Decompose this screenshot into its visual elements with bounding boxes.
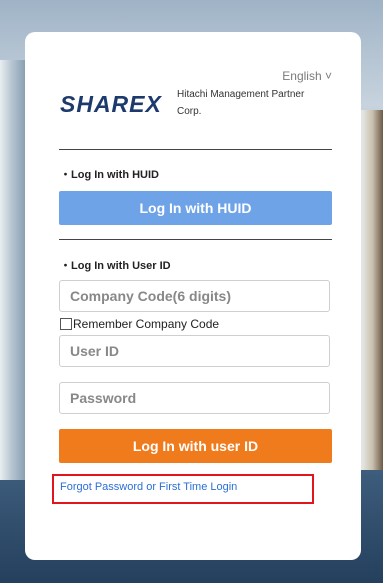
divider-top <box>59 149 332 150</box>
sharex-logo: SHAREX <box>60 91 162 117</box>
huid-section-label: ・Log In with HUID <box>60 169 159 181</box>
login-huid-button[interactable]: Log In with HUID <box>59 191 332 225</box>
company-code-field[interactable]: Company Code(6 digits) <box>59 280 330 312</box>
background-landscape-left <box>0 60 28 480</box>
remember-company-code[interactable]: Remember Company Code <box>60 317 219 331</box>
remember-label: Remember Company Code <box>73 317 220 331</box>
language-selector[interactable]: English ˅ <box>282 69 332 83</box>
login-userid-button[interactable]: Log In with user ID <box>59 429 332 463</box>
company-name-line1: Hitachi Management Partner <box>177 89 305 100</box>
divider-middle <box>59 239 332 240</box>
company-name-line2: Corp. <box>177 106 202 117</box>
company-name: Hitachi Management Partner Corp. <box>177 86 327 120</box>
userid-section-label: ・Log In with User ID <box>60 260 171 272</box>
login-card: English ˅ SHAREX Hitachi Management Part… <box>25 32 361 560</box>
chevron-down-icon: ˅ <box>324 69 332 83</box>
password-field[interactable]: Password <box>59 382 330 414</box>
forgot-password-link[interactable]: Forgot Password or First Time Login <box>60 481 237 493</box>
language-label: English <box>282 69 322 83</box>
user-id-field[interactable]: User ID <box>59 335 330 367</box>
remember-checkbox[interactable] <box>60 318 72 330</box>
